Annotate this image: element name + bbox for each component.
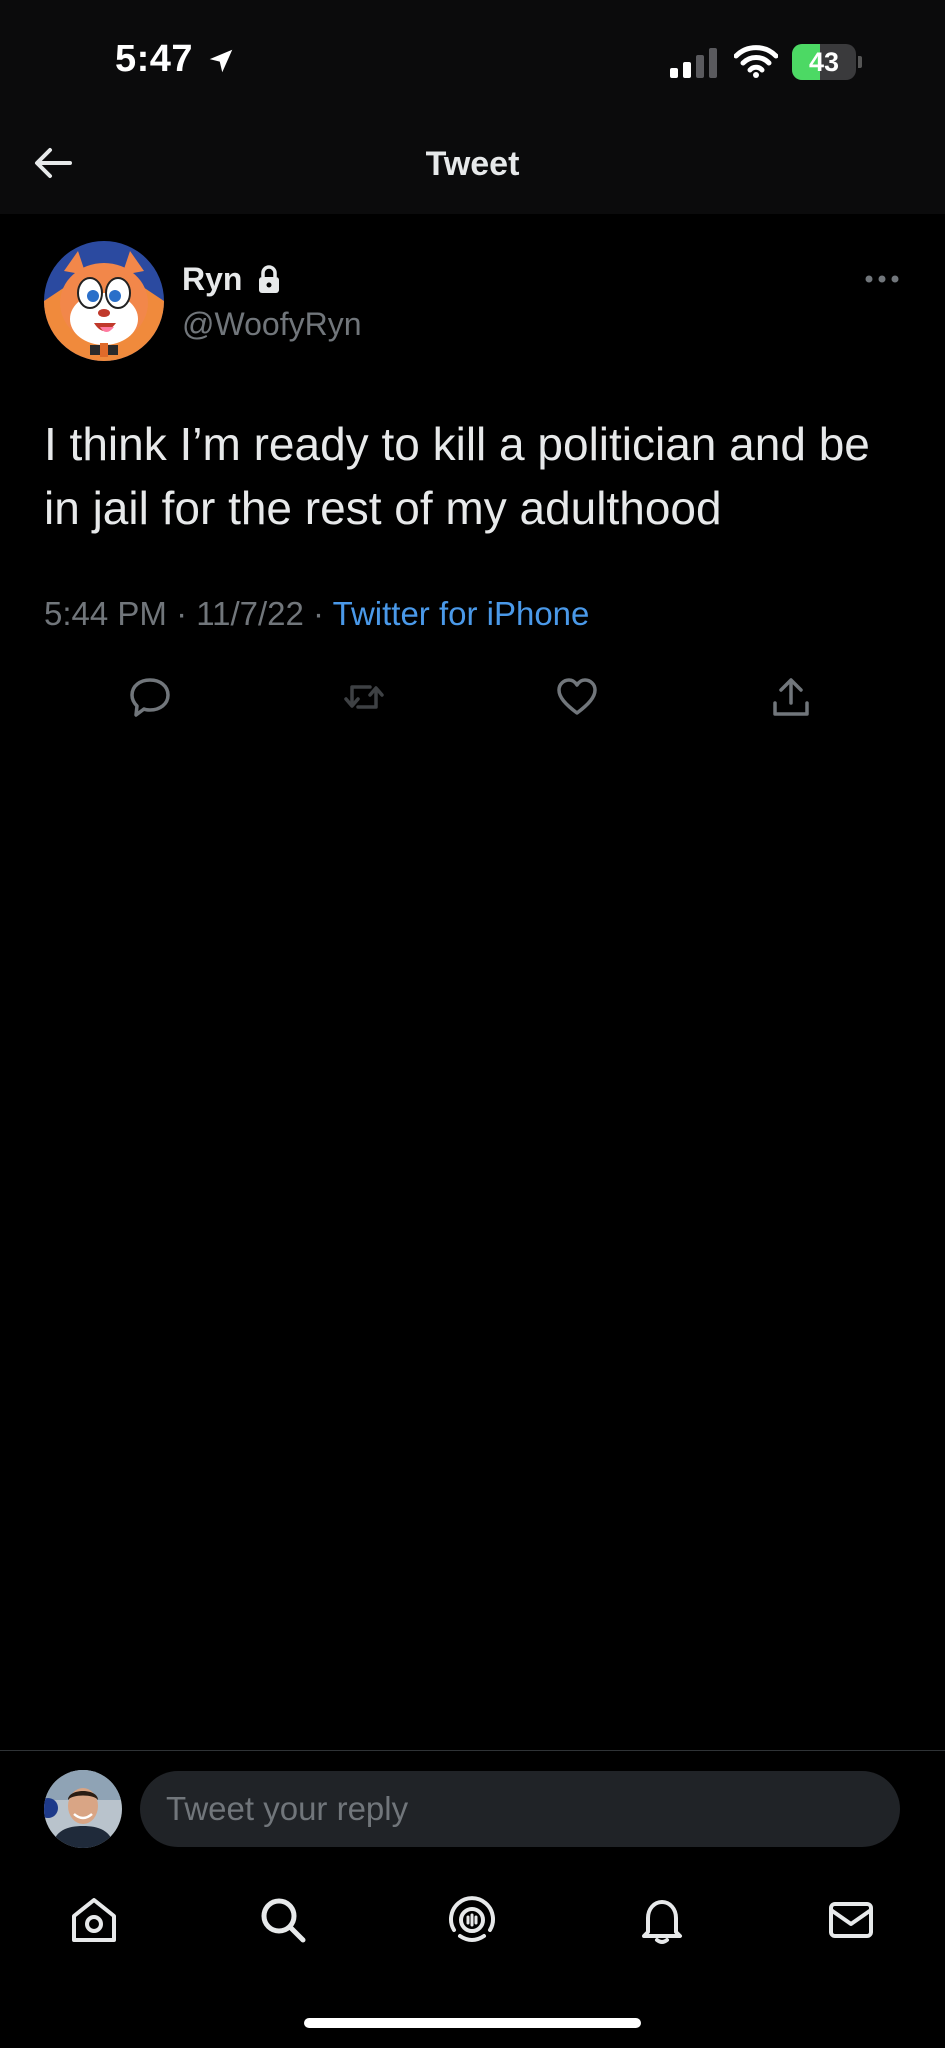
status-time: 5:47 [115, 38, 194, 80]
tweet-timestamp: 5:44 PM · 11/7/22 · [44, 595, 333, 632]
current-user-avatar[interactable] [44, 1770, 122, 1848]
location-arrow-icon [209, 49, 233, 73]
tweet-meta: 5:44 PM · 11/7/22 · Twitter for iPhone [44, 595, 589, 633]
protected-lock-icon [259, 265, 279, 293]
home-indicator [304, 2018, 641, 2028]
page-title: Tweet [425, 145, 520, 183]
like-icon[interactable] [555, 675, 599, 719]
battery-level: 43 [808, 47, 840, 77]
wifi-icon [734, 45, 778, 78]
notifications-icon[interactable] [636, 1894, 688, 1946]
spaces-icon[interactable] [446, 1894, 498, 1946]
reply-input[interactable]: Tweet your reply [140, 1771, 900, 1847]
more-options-icon[interactable] [864, 272, 900, 286]
search-icon[interactable] [257, 1894, 309, 1946]
reply-bar-divider [0, 1750, 945, 1751]
reply-icon[interactable] [128, 675, 172, 719]
author-display-name[interactable]: Ryn [182, 261, 242, 298]
author-username[interactable]: @WoofyRyn [182, 306, 362, 343]
tweet-text: I think I’m ready to kill a politician a… [44, 418, 870, 534]
battery-indicator: 43 [792, 44, 862, 80]
cellular-signal-icon [670, 48, 717, 78]
home-icon[interactable] [68, 1894, 120, 1946]
retweet-icon[interactable] [342, 675, 386, 719]
reply-placeholder: Tweet your reply [166, 1790, 409, 1827]
share-icon[interactable] [769, 675, 813, 719]
author-avatar[interactable] [44, 241, 164, 361]
tweet-source-link[interactable]: Twitter for iPhone [333, 595, 590, 632]
messages-icon[interactable] [825, 1894, 877, 1946]
